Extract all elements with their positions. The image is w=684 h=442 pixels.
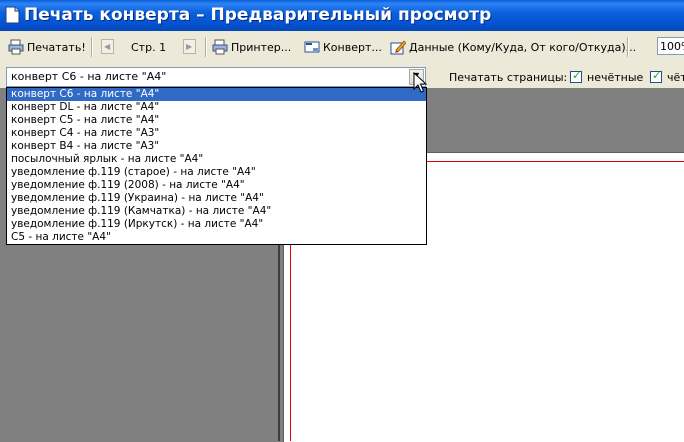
dropdown-option[interactable]: уведомление ф.119 (Украина) - на листе "…: [7, 192, 426, 205]
prev-page-button[interactable]: ◀: [101, 39, 114, 54]
toolbar-separator: [91, 37, 93, 57]
printer-icon: [8, 39, 24, 55]
checkmark-icon: ✓: [572, 69, 582, 82]
dropdown-option[interactable]: конверт C4 - на листе "A3": [7, 127, 426, 140]
envelope-button-label: Конверт...: [323, 40, 382, 54]
toolbar-separator: [205, 37, 207, 57]
envelope-format-value: конверт C6 - на листе "A4": [11, 70, 167, 83]
page-label: Стр. 1: [131, 40, 167, 54]
toolbar: Печатать! ◀ Стр. 1 ▶ Принтер... Конверт.…: [0, 31, 684, 86]
odd-pages-label: нечётные: [587, 71, 644, 84]
page-indicator: Стр. 1: [131, 38, 166, 56]
dropdown-option[interactable]: конверт DL - на листе "A4": [7, 101, 426, 114]
envelope-button[interactable]: Конверт...: [304, 38, 382, 56]
printer-settings-icon: [212, 39, 228, 55]
arrow-right-icon: ▶: [186, 42, 193, 51]
odd-pages-checkbox[interactable]: ✓: [570, 69, 582, 83]
zoom-input[interactable]: 100%: [657, 37, 684, 55]
dropdown-option[interactable]: конверт C6 - на листе "A4": [7, 88, 426, 101]
print-button-label: Печатать!: [27, 40, 86, 54]
print-pages-label: Печатать страницы:: [449, 71, 568, 84]
data-button-label: Данные (Кому/Куда, От кого/Откуда)...: [409, 40, 637, 54]
envelope-icon: [304, 41, 320, 53]
printer-button[interactable]: Принтер...: [212, 38, 291, 56]
envelope-format-dropdown: конверт C6 - на листе "A4" конверт DL - …: [6, 87, 427, 245]
print-button[interactable]: Печатать!: [8, 38, 86, 56]
data-button[interactable]: Данные (Кому/Куда, От кого/Откуда)...: [390, 38, 636, 56]
even-pages-label: чёт: [667, 71, 684, 84]
dropdown-option[interactable]: конверт C5 - на листе "A4": [7, 114, 426, 127]
checkmark-icon: ✓: [652, 69, 662, 82]
dropdown-option[interactable]: уведомление ф.119 (Иркутск) - на листе "…: [7, 218, 426, 231]
dropdown-option[interactable]: уведомление ф.119 (2008) - на листе "A4": [7, 179, 426, 192]
dropdown-option[interactable]: уведомление ф.119 (старое) - на листе "A…: [7, 166, 426, 179]
edit-data-icon: [390, 40, 406, 55]
dropdown-option[interactable]: C5 - на листе "A4": [7, 231, 426, 244]
mouse-cursor-icon: [413, 72, 427, 93]
dropdown-option[interactable]: конверт B4 - на листе "A3": [7, 140, 426, 153]
envelope-format-select[interactable]: конверт C6 - на листе "A4" ▼: [6, 67, 426, 87]
title-bar: Печать конверта – Предварительный просмо…: [0, 0, 684, 31]
window-title: Печать конверта – Предварительный просмо…: [24, 5, 492, 25]
next-page-button[interactable]: ▶: [183, 39, 196, 54]
arrow-left-icon: ◀: [104, 42, 111, 51]
toolbar-separator: [627, 37, 629, 57]
app-icon: [5, 6, 20, 24]
dropdown-option[interactable]: посылочный ярлык - на листе "A4": [7, 153, 426, 166]
even-pages-checkbox[interactable]: ✓: [650, 69, 662, 83]
dropdown-option[interactable]: уведомление ф.119 (Камчатка) - на листе …: [7, 205, 426, 218]
printer-button-label: Принтер...: [231, 40, 292, 54]
